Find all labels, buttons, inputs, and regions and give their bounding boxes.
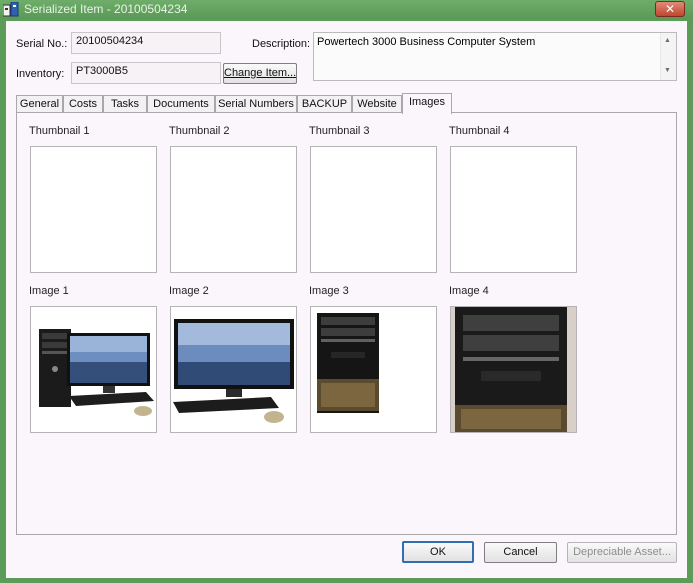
thumbnail-1-slot[interactable]: [30, 146, 157, 273]
scroll-up-arrow-icon[interactable]: ▲: [664, 37, 671, 44]
serialized-item-window: Serialized Item - 20100504234 ✕ Serial N…: [0, 0, 693, 583]
scroll-down-arrow-icon[interactable]: ▼: [664, 67, 671, 74]
ok-button[interactable]: OK: [402, 541, 474, 563]
cancel-button[interactable]: Cancel: [484, 542, 557, 563]
close-button[interactable]: ✕: [655, 1, 685, 17]
tab-images[interactable]: Images: [402, 93, 452, 114]
image-3-label: Image 3: [309, 285, 349, 297]
tab-tasks[interactable]: Tasks: [103, 95, 147, 113]
tab-costs[interactable]: Costs: [63, 95, 103, 113]
tab-general[interactable]: General: [16, 95, 63, 113]
image-2-slot[interactable]: [170, 306, 297, 433]
dialog-body: Serial No.: 20100504234 Inventory: PT300…: [6, 21, 687, 578]
description-text: Powertech 3000 Business Computer System: [317, 36, 536, 48]
depreciable-asset-button[interactable]: Depreciable Asset...: [567, 542, 677, 563]
images-panel: Thumbnail 1 Thumbnail 2 Thumbnail 3 Thum…: [16, 112, 677, 535]
image-1-picture: [39, 329, 154, 416]
thumbnail-4-label: Thumbnail 4: [449, 125, 510, 137]
serial-label: Serial No.:: [16, 38, 68, 50]
image-3-picture: [317, 313, 379, 413]
thumbnail-2-label: Thumbnail 2: [169, 125, 230, 137]
app-icon: [3, 2, 19, 17]
tab-documents[interactable]: Documents: [147, 95, 215, 113]
image-1-slot[interactable]: [30, 306, 157, 433]
thumbnail-3-label: Thumbnail 3: [309, 125, 370, 137]
title-bar[interactable]: Serialized Item - 20100504234 ✕: [0, 0, 693, 19]
tab-website[interactable]: Website: [352, 95, 402, 113]
image-4-slot[interactable]: [450, 306, 577, 433]
description-label: Description:: [252, 38, 311, 50]
change-item-button[interactable]: Change Item...: [223, 63, 297, 84]
thumbnail-4-slot[interactable]: [450, 146, 577, 273]
inventory-field[interactable]: PT3000B5: [71, 62, 221, 84]
thumbnail-3-slot[interactable]: [310, 146, 437, 273]
image-3-slot[interactable]: [310, 306, 437, 433]
window-title: Serialized Item - 20100504234: [24, 2, 188, 16]
image-1-label: Image 1: [29, 285, 69, 297]
inventory-label: Inventory:: [16, 68, 65, 80]
image-2-picture: [173, 319, 294, 423]
thumbnail-2-slot[interactable]: [170, 146, 297, 273]
image-4-picture: [451, 307, 576, 432]
serial-field[interactable]: 20100504234: [71, 32, 221, 54]
description-field[interactable]: Powertech 3000 Business Computer System …: [313, 32, 677, 81]
tab-serial-numbers[interactable]: Serial Numbers: [215, 95, 297, 113]
image-4-label: Image 4: [449, 285, 489, 297]
thumbnail-1-label: Thumbnail 1: [29, 125, 90, 137]
description-scrollbar[interactable]: ▲ ▼: [660, 33, 676, 80]
tab-backup[interactable]: BACKUP: [297, 95, 352, 113]
image-2-label: Image 2: [169, 285, 209, 297]
